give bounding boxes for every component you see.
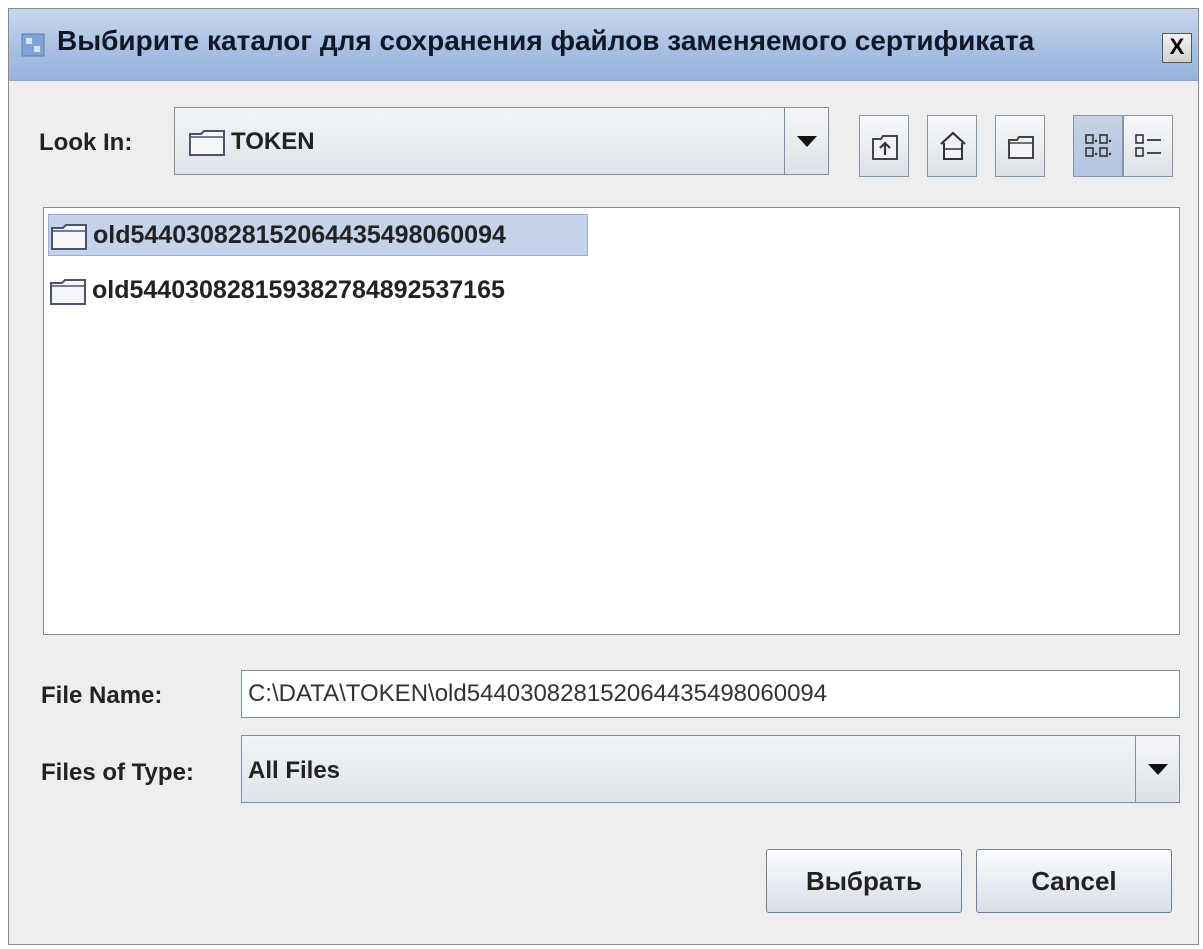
- look-in-value: TOKEN: [231, 128, 315, 155]
- file-name-label: old544030828152064435498060094: [93, 221, 506, 249]
- file-name-field[interactable]: C:\DATA\TOKEN\old54403082815206443549806…: [241, 670, 1180, 718]
- dialog-title: Выбирите каталог для сохранения файлов з…: [57, 25, 1035, 56]
- title-bar[interactable]: Выбирите каталог для сохранения файлов з…: [9, 9, 1198, 81]
- file-chooser-dialog: Выбирите каталог для сохранения файлов з…: [8, 8, 1199, 945]
- file-list[interactable]: old544030828152064435498060094 old544030…: [43, 207, 1180, 635]
- cancel-button[interactable]: Cancel: [976, 849, 1172, 913]
- list-item[interactable]: old544030828152064435498060094: [48, 214, 588, 256]
- home-button[interactable]: [927, 115, 977, 177]
- file-type-combo[interactable]: All Files: [241, 735, 1180, 803]
- look-in-label: Look In:: [39, 129, 133, 156]
- folder-up-icon: [872, 135, 898, 160]
- java-app-icon: [21, 33, 45, 57]
- chevron-down-icon[interactable]: [784, 108, 828, 174]
- folder-icon: [51, 224, 87, 250]
- chevron-down-icon[interactable]: [1135, 736, 1179, 802]
- details-view-icon: [1135, 134, 1161, 157]
- list-item[interactable]: old544030828159382784892537165: [48, 270, 592, 312]
- folder-icon: [189, 130, 225, 156]
- folder-icon: [50, 279, 86, 305]
- select-button[interactable]: Выбрать: [766, 849, 962, 913]
- home-icon: [940, 131, 966, 160]
- list-view-button[interactable]: [1073, 115, 1123, 177]
- up-one-level-button[interactable]: [859, 115, 909, 177]
- file-type-value: All Files: [248, 757, 341, 784]
- file-name-label-text: File Name:: [41, 682, 163, 709]
- new-folder-icon: [1008, 136, 1034, 159]
- file-name-label: old544030828159382784892537165: [92, 276, 505, 304]
- file-type-label: Files of Type:: [41, 759, 194, 786]
- details-view-button[interactable]: [1123, 115, 1173, 177]
- list-view-icon: [1085, 134, 1112, 157]
- close-icon[interactable]: X: [1162, 33, 1192, 63]
- new-folder-button[interactable]: [995, 115, 1045, 177]
- look-in-combo[interactable]: TOKEN: [174, 107, 829, 175]
